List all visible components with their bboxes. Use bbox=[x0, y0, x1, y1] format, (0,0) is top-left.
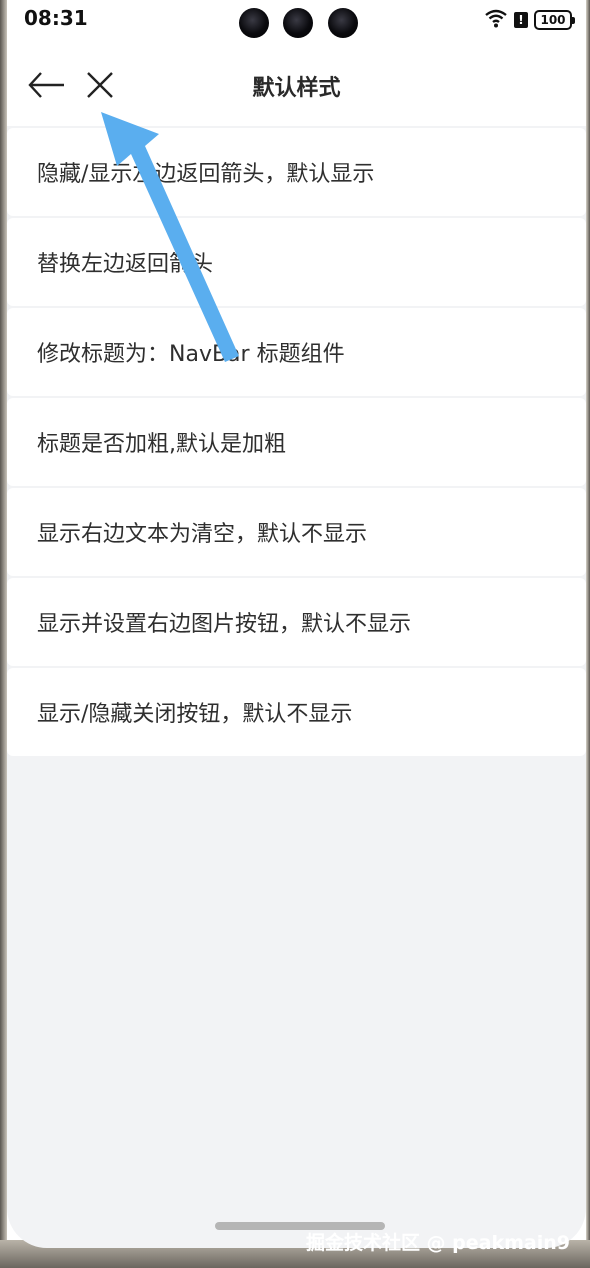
device-frame-right bbox=[586, 0, 590, 1268]
annotation-arrow-icon bbox=[101, 112, 239, 362]
list-item-label: 标题是否加粗,默认是加粗 bbox=[37, 432, 286, 457]
watermark: 掘金技术社区 @ peakmain9 bbox=[305, 1232, 570, 1254]
list-item-label: 显示/隐藏关闭按钮，默认不显示 bbox=[37, 702, 353, 727]
list-item[interactable]: 隐藏/显示左边返回箭头，默认显示 bbox=[7, 128, 586, 216]
camera-lens-icon bbox=[283, 8, 313, 38]
camera-lens-icon bbox=[328, 8, 358, 38]
status-time: 08:31 bbox=[24, 6, 88, 30]
status-icons: ! 100 bbox=[484, 8, 575, 32]
list-item[interactable]: 显示/隐藏关闭按钮，默认不显示 bbox=[7, 668, 586, 756]
list-item[interactable]: 显示并设置右边图片按钮，默认不显示 bbox=[7, 578, 586, 666]
list-item[interactable]: 显示右边文本为清空，默认不显示 bbox=[7, 488, 586, 576]
camera-lens-icon bbox=[239, 8, 269, 38]
list-item-label: 显示并设置右边图片按钮，默认不显示 bbox=[37, 612, 412, 637]
list-item[interactable]: 修改标题为：NavBar 标题组件 bbox=[7, 308, 586, 396]
list-item[interactable]: 标题是否加粗,默认是加粗 bbox=[7, 398, 586, 486]
nav-bar: 默认样式 bbox=[7, 42, 586, 126]
alert-icon: ! bbox=[514, 12, 528, 28]
wifi-icon bbox=[484, 8, 508, 32]
device-frame-left bbox=[0, 0, 7, 1268]
option-list: 隐藏/显示左边返回箭头，默认显示 替换左边返回箭头 修改标题为：NavBar 标… bbox=[7, 128, 586, 758]
list-item-label: 显示右边文本为清空，默认不显示 bbox=[37, 522, 368, 547]
battery-icon: 100 bbox=[534, 10, 575, 30]
status-bar: 08:31 ! 100 bbox=[7, 0, 586, 42]
battery-level: 100 bbox=[540, 13, 566, 27]
page-title: 默认样式 bbox=[252, 76, 341, 101]
screen: 08:31 ! 100 默认样式 隐藏/显示左边返回箭头，默认显示 替换左边返回… bbox=[7, 0, 586, 1248]
list-item[interactable]: 替换左边返回箭头 bbox=[7, 218, 586, 306]
